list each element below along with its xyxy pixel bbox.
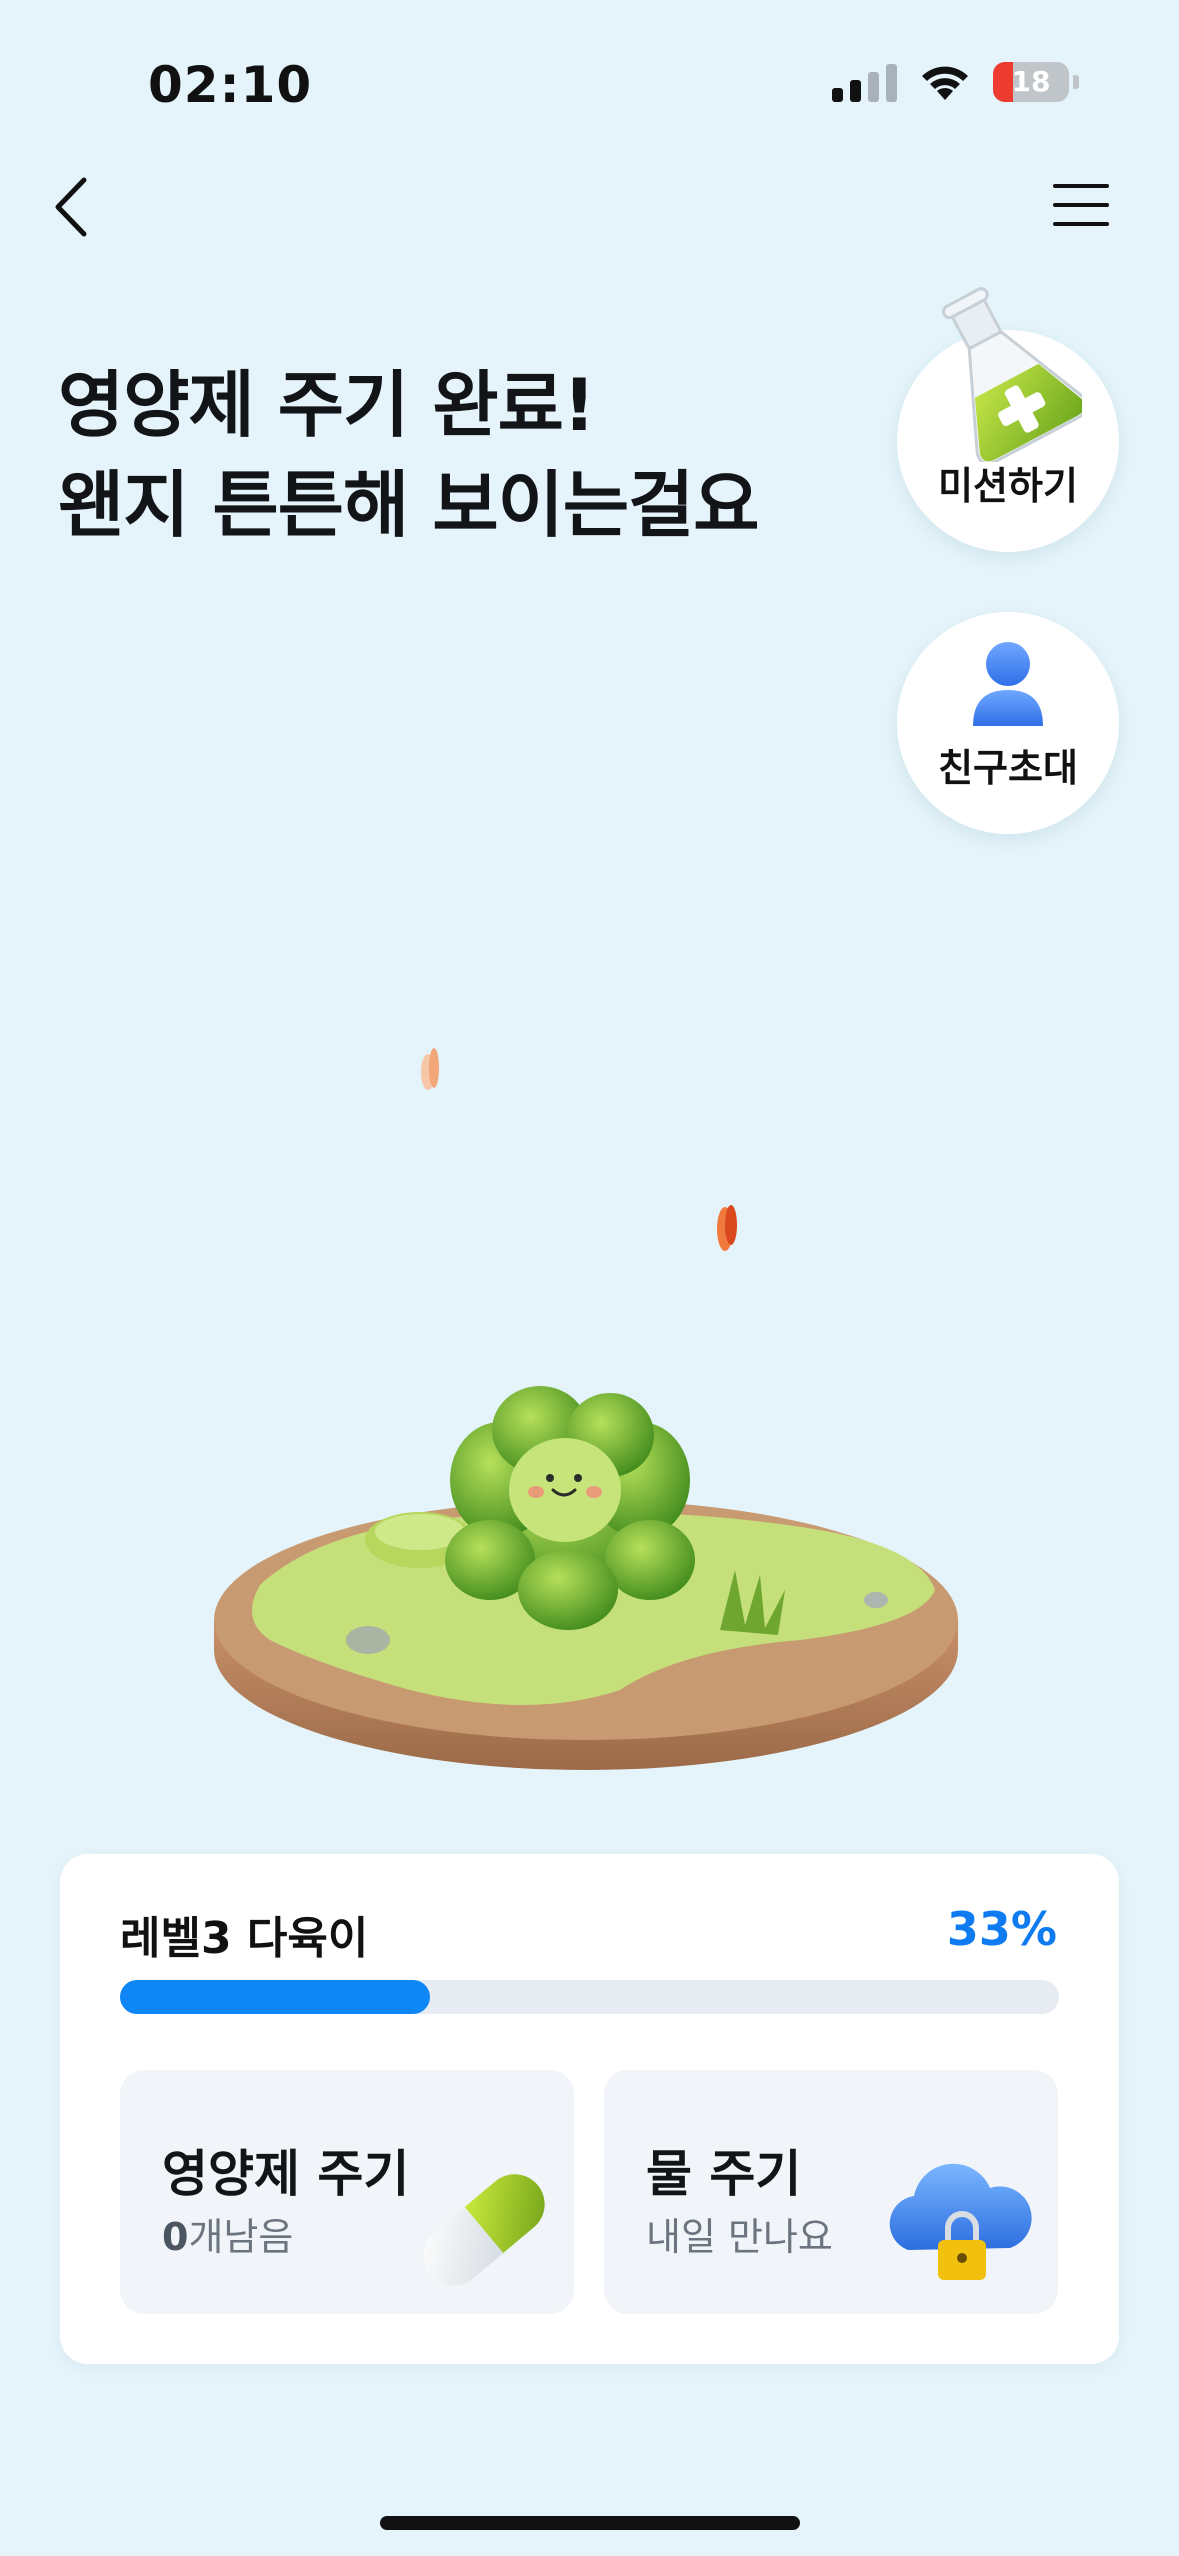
chevron-left-icon[interactable]	[48, 172, 98, 242]
give-nutrient-button[interactable]: 영양제 주기 0개남음	[120, 2070, 574, 2314]
level-progress-bar	[120, 1980, 1059, 2014]
flask-icon	[941, 287, 1082, 462]
status-icons: 18	[832, 62, 1079, 102]
headline: 영양제 주기 완료! 왠지 튼튼해 보이는걸요	[58, 355, 760, 555]
home-indicator[interactable]	[380, 2516, 800, 2530]
plant-island-illustration	[214, 1048, 958, 1770]
battery-level: 18	[1011, 65, 1051, 98]
growth-card: 레벨3 다육이 33% 영양제 주기 0개남음 물 주기 내일 만나요	[60, 1854, 1119, 2364]
headline-line2: 왠지 튼튼해 보이는걸요	[58, 463, 760, 547]
nutrient-title: 영양제 주기	[162, 2145, 410, 2203]
water-title: 물 주기	[646, 2145, 802, 2203]
butterfly-right	[717, 1205, 737, 1251]
level-percent: 33%	[946, 1902, 1057, 1956]
status-time: 02:10	[148, 56, 313, 114]
locked-cloud-icon	[889, 2163, 1032, 2280]
give-water-button[interactable]: 물 주기 내일 만나요	[604, 2070, 1058, 2314]
level-progress-fill	[120, 1980, 430, 2014]
mission-button[interactable]: 미션하기	[897, 287, 1119, 552]
mission-label: 미션하기	[938, 464, 1078, 508]
wifi-icon	[922, 66, 968, 100]
invite-friend-button[interactable]: 친구초대	[897, 612, 1119, 834]
water-subtitle: 내일 만나요	[646, 2215, 833, 2259]
invite-label: 친구초대	[938, 746, 1078, 790]
butterfly-left	[421, 1048, 439, 1090]
hamburger-menu-icon[interactable]	[1053, 182, 1109, 228]
nutrient-remaining: 0개남음	[162, 2215, 294, 2259]
capsule-icon	[423, 2174, 545, 2286]
person-icon	[973, 642, 1043, 726]
headline-line1: 영양제 주기 완료!	[58, 363, 596, 447]
battery-icon: 18	[993, 62, 1069, 102]
level-label: 레벨3 다육이	[120, 1913, 369, 1964]
cellular-signal-icon	[832, 62, 897, 102]
